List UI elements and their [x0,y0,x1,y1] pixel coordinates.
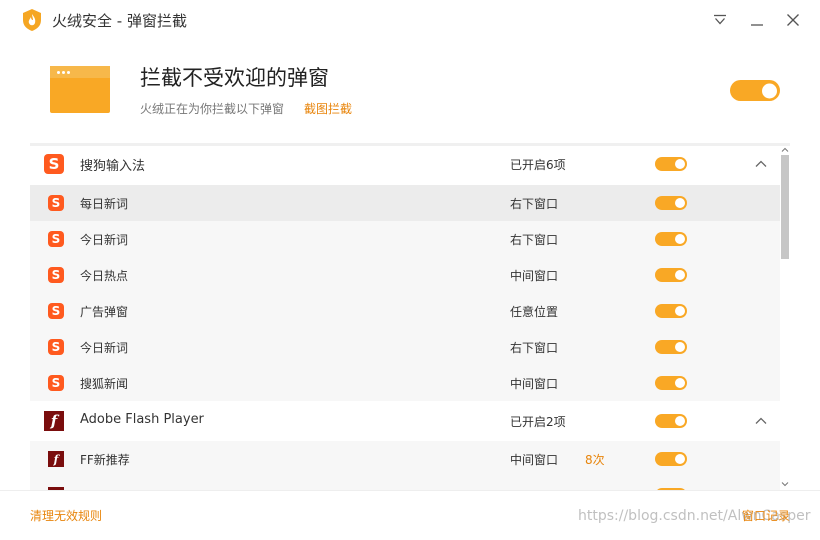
master-toggle[interactable] [730,80,780,101]
scroll-up-icon[interactable] [781,146,789,154]
sogou-icon: S [48,375,64,391]
minimize-icon [751,24,763,26]
chevron-up-icon[interactable] [754,414,768,428]
menu-button[interactable] [708,8,732,32]
toggle-knob [675,306,685,316]
group-toggle[interactable] [655,414,687,428]
sogou-icon: S [48,231,64,247]
item-count: 8次 [585,453,605,467]
toggle-knob [762,83,777,98]
list-item[interactable]: S 今日热点 中间窗口 [30,257,780,293]
list-item[interactable]: S 搜狐新闻 中间窗口 [30,365,780,401]
flash-icon: f [48,451,64,467]
popup-window-icon [50,66,110,113]
item-toggle[interactable] [655,232,687,246]
item-toggle[interactable] [655,452,687,466]
clean-invalid-rules-link[interactable]: 清理无效规则 [30,507,102,524]
menu-icon [714,14,726,25]
list-item[interactable]: S 今日新词 右下窗口 [30,221,780,257]
page-subtitle: 火绒正在为你拦截以下弹窗 [140,102,285,116]
toggle-knob [675,270,685,280]
minimize-button[interactable] [745,8,769,32]
sogou-icon: S [44,154,64,174]
group-toggle[interactable] [655,157,687,171]
item-position: 中间窗口 [510,269,559,283]
item-position: 中间窗口 [510,377,559,391]
list-item[interactable]: S 广告弹窗 任意位置 [30,293,780,329]
item-toggle[interactable] [655,304,687,318]
item-position: 右下窗口 [510,233,559,247]
item-toggle[interactable] [655,196,687,210]
list-item[interactable]: S 今日新词 右下窗口 [30,329,780,365]
toggle-knob [675,234,685,244]
list-item-partial[interactable]: f [30,477,780,490]
scroll-down-icon[interactable] [781,480,789,488]
huorong-logo-icon [23,9,41,31]
item-position: 右下窗口 [510,197,559,211]
group-name: Adobe Flash Player [80,412,204,427]
item-position: 右下窗口 [510,341,559,355]
popup-rule-list: S 搜狗输入法 已开启6项 S 每日新词 右下窗口 S 今日新词 右下窗口 S … [30,143,790,490]
toggle-knob [675,198,685,208]
toggle-knob [675,159,685,169]
screenshot-block-link[interactable]: 截图拦截 [304,100,352,117]
page-title: 拦截不受欢迎的弹窗 [140,66,329,90]
close-button[interactable] [781,8,805,32]
item-position: 任意位置 [510,305,559,319]
group-status: 已开启6项 [510,158,566,172]
item-name: 广告弹窗 [80,305,129,319]
item-position: 中间窗口 [510,453,559,467]
item-toggle[interactable] [655,376,687,390]
list-item[interactable]: f FF新推荐 中间窗口 8次 [30,441,780,477]
toggle-knob [675,342,685,352]
flash-icon: f [44,411,64,431]
item-name: 搜狐新闻 [80,377,129,391]
group-status: 已开启2项 [510,415,566,429]
group-name: 搜狗输入法 [80,159,146,174]
item-name: 每日新词 [80,197,129,211]
item-toggle[interactable] [655,268,687,282]
item-name: FF新推荐 [80,453,130,467]
close-icon [787,14,799,26]
group-row-flash[interactable]: f Adobe Flash Player 已开启2项 [30,403,780,439]
item-name: 今日新词 [80,341,129,355]
toggle-knob [675,454,685,464]
group-row-sogou[interactable]: S 搜狗输入法 已开启6项 [30,146,780,182]
window-records-link[interactable]: 窗口记录 [742,507,790,524]
chevron-up-icon[interactable] [754,157,768,171]
toggle-knob [675,416,685,426]
footer-divider [0,490,820,491]
sogou-icon: S [48,303,64,319]
toggle-knob [675,378,685,388]
sogou-icon: S [48,195,64,211]
list-item[interactable]: S 每日新词 右下窗口 [30,185,780,221]
sogou-icon: S [48,267,64,283]
title-bar: 火绒安全 - 弹窗拦截 [0,0,820,40]
item-name: 今日新词 [80,233,129,247]
window-title: 火绒安全 - 弹窗拦截 [52,12,187,30]
item-name: 今日热点 [80,269,129,283]
sogou-icon: S [48,339,64,355]
item-toggle[interactable] [655,340,687,354]
scrollbar-thumb[interactable] [781,155,789,259]
